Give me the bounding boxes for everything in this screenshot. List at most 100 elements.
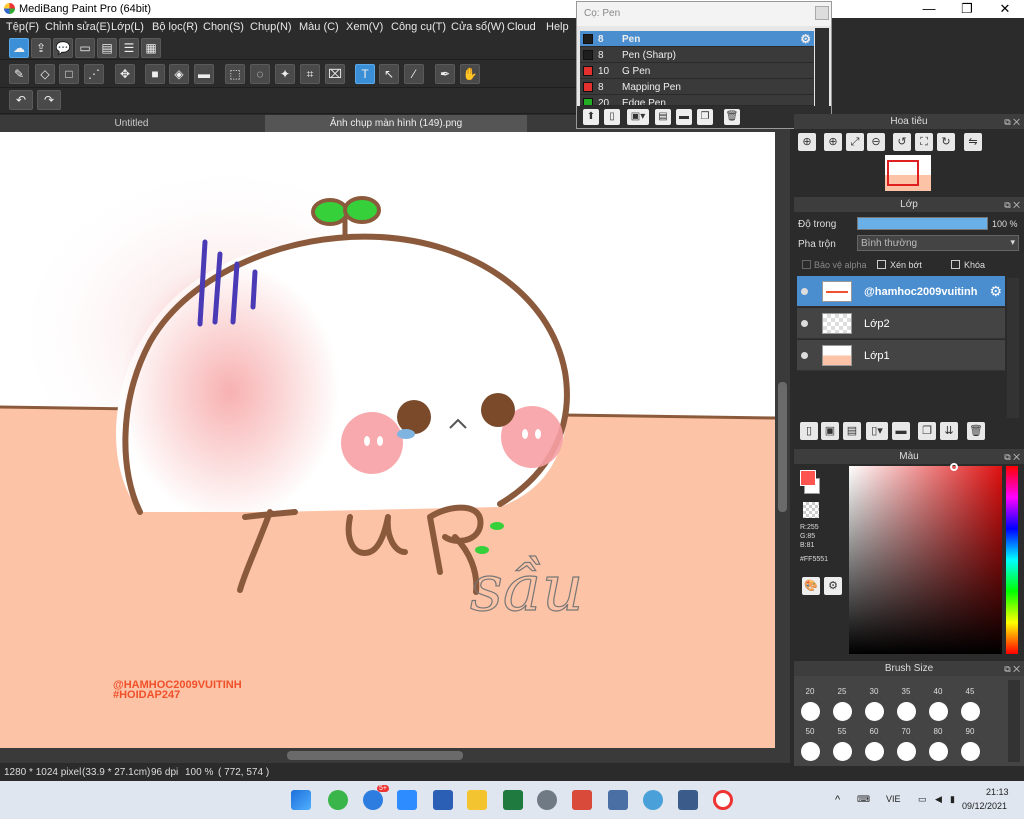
layer-list-scrollbar[interactable] xyxy=(1007,278,1019,418)
flip-icon[interactable]: ⇋ xyxy=(964,133,982,151)
close-button[interactable]: ✕ xyxy=(986,0,1024,18)
trash-icon[interactable]: 🗑 xyxy=(724,109,740,125)
select-rect-icon[interactable]: ⬚ xyxy=(225,64,245,84)
brush-size-55[interactable] xyxy=(833,702,852,721)
menu-filter[interactable]: Bộ lọc(R) xyxy=(152,21,198,33)
fit-icon[interactable]: ⤢ xyxy=(846,133,864,151)
select-pen-icon[interactable]: ⌗ xyxy=(300,64,320,84)
brush-size-dot[interactable] xyxy=(833,742,852,761)
text-tool-icon[interactable]: T xyxy=(355,64,375,84)
brush-list-scrollbar[interactable] xyxy=(815,28,829,106)
brush-item-pen[interactable]: 8 Pen ⚙ xyxy=(580,31,814,47)
zoom-icon[interactable] xyxy=(397,790,417,810)
menu-tools[interactable]: Công cụ(T) xyxy=(391,21,446,33)
grid-icon[interactable]: ▦ xyxy=(141,38,161,58)
foreground-color-swatch[interactable] xyxy=(800,470,816,486)
brush-size-dot[interactable] xyxy=(801,742,820,761)
lasso-tool-icon[interactable]: ◌ xyxy=(250,64,270,84)
brush-item-pen-sharp[interactable]: 8 Pen (Sharp) xyxy=(580,47,814,63)
lock-checkbox[interactable] xyxy=(951,260,960,269)
brush-size-50[interactable] xyxy=(801,702,820,721)
panel-detach-icon[interactable]: ⧉ ✕ xyxy=(1004,450,1020,465)
hand-tool-icon[interactable]: ✋ xyxy=(460,64,480,84)
merge-layer-icon[interactable]: ⇊ xyxy=(940,422,958,440)
select-eraser-icon[interactable]: ⌧ xyxy=(325,64,345,84)
brush-size-80[interactable] xyxy=(929,702,948,721)
network-app-icon[interactable] xyxy=(678,790,698,810)
menu-layer[interactable]: Lớp(L) xyxy=(111,21,144,33)
zalo-icon[interactable]: 5+ xyxy=(363,785,389,810)
opacity-slider[interactable] xyxy=(857,217,988,230)
display-icon[interactable]: ▭ xyxy=(918,794,927,805)
brush-settings-icon[interactable]: ▤ xyxy=(655,109,671,125)
new-layer-8bit-icon[interactable]: ▣ xyxy=(821,422,839,440)
duplicate-icon[interactable]: ❐ xyxy=(697,109,713,125)
word-icon[interactable] xyxy=(433,790,453,810)
speech-icon[interactable]: ▭ xyxy=(75,38,95,58)
move-tool-icon[interactable]: ✥ xyxy=(115,64,135,84)
paint-icon[interactable] xyxy=(643,790,663,810)
brush-size-60[interactable] xyxy=(865,702,884,721)
dot-tool-icon[interactable]: ⋰ xyxy=(84,64,104,84)
drawing-canvas[interactable]: sầu @HAMHOC2009VUITINH #HOIDAP247 xyxy=(0,132,775,748)
brush-size-dot[interactable] xyxy=(961,742,980,761)
rotate-left-icon[interactable]: ↺ xyxy=(893,133,911,151)
folder-icon[interactable]: ▬ xyxy=(676,109,692,125)
layer-item-hamhoc[interactable]: @hamhoc2009vuitinh ⚙ xyxy=(797,276,1005,307)
menu-window[interactable]: Cửa sổ(W) xyxy=(451,21,505,33)
layer-item-lop2[interactable]: Lớp2 xyxy=(797,308,1005,339)
operation-tool-icon[interactable]: ↖ xyxy=(379,64,399,84)
brush-item-mapping-pen[interactable]: 8 Mapping Pen xyxy=(580,79,814,95)
bucket-tool-icon[interactable]: ◈ xyxy=(169,64,189,84)
menu-select[interactable]: Chọn(S) xyxy=(203,21,244,33)
panel-detach-icon[interactable]: ⧉ ✕ xyxy=(1004,662,1020,677)
magic-wand-icon[interactable]: ✦ xyxy=(275,64,295,84)
canvas-horizontal-scrollbar[interactable] xyxy=(0,748,790,763)
keyboard-icon[interactable]: ⌨ xyxy=(857,794,870,805)
brush-size-90[interactable] xyxy=(961,702,980,721)
calculator-icon[interactable] xyxy=(608,790,628,810)
cloud-download-icon[interactable]: ⬆ xyxy=(583,109,599,125)
battery-icon[interactable]: ▮ xyxy=(950,794,955,805)
gradient-tool-icon[interactable]: ▬ xyxy=(194,64,214,84)
minimize-button[interactable]: — xyxy=(910,0,948,18)
brush-item-edge-pen[interactable]: 20 Edge Pen xyxy=(580,95,814,106)
navigator-viewport-rect[interactable] xyxy=(887,160,919,186)
brush-size-dot[interactable] xyxy=(929,742,948,761)
visibility-icon[interactable] xyxy=(801,288,808,295)
divide-tool-icon[interactable]: ⁄ xyxy=(404,64,424,84)
vscroll-thumb[interactable] xyxy=(778,382,787,512)
hscroll-thumb[interactable] xyxy=(287,751,463,760)
rectangle-tool-icon[interactable]: □ xyxy=(59,64,79,84)
delete-layer-icon[interactable]: 🗑 xyxy=(967,422,985,440)
chevron-up-icon[interactable]: ^ xyxy=(835,794,840,806)
panel-list-icon[interactable]: ☰ xyxy=(119,38,139,58)
language-indicator[interactable]: VIE xyxy=(886,794,901,804)
protect-alpha-checkbox[interactable] xyxy=(802,260,811,269)
gear-icon[interactable]: ⚙ xyxy=(989,283,1002,300)
brush-item-g-pen[interactable]: 10 G Pen xyxy=(580,63,814,79)
brush-tool-icon[interactable]: ✎ xyxy=(9,64,29,84)
menu-view[interactable]: Xem(V) xyxy=(346,21,383,33)
settings-icon[interactable] xyxy=(537,790,557,810)
canvas-vertical-scrollbar[interactable] xyxy=(775,132,790,748)
layer-item-lop1[interactable]: Lớp1 xyxy=(797,340,1005,371)
clipping-checkbox[interactable] xyxy=(877,260,886,269)
menu-file[interactable]: Tệp(F) xyxy=(6,21,39,33)
cloud-icon[interactable]: ☁ xyxy=(9,38,29,58)
navigator-thumbnail[interactable] xyxy=(885,155,931,191)
menu-cloud[interactable]: Cloud xyxy=(507,21,536,33)
new-layer-icon[interactable]: ▯ xyxy=(800,422,818,440)
eraser-tool-icon[interactable]: ◇ xyxy=(35,64,55,84)
folder-icon[interactable]: ▬ xyxy=(892,422,910,440)
visibility-icon[interactable] xyxy=(801,352,808,359)
menu-capture[interactable]: Chụp(N) xyxy=(250,21,292,33)
snipping-icon[interactable] xyxy=(572,790,592,810)
fill-rect-icon[interactable]: ■ xyxy=(145,64,165,84)
brush-size-scrollbar[interactable] xyxy=(1008,680,1020,762)
brush-size-dot[interactable] xyxy=(865,742,884,761)
transparent-color-swatch[interactable] xyxy=(803,502,819,518)
maximize-button[interactable]: ❐ xyxy=(948,0,986,18)
zoom-in-icon[interactable]: ⊕ xyxy=(798,133,816,151)
gear-icon[interactable]: ⚙ xyxy=(800,32,811,46)
